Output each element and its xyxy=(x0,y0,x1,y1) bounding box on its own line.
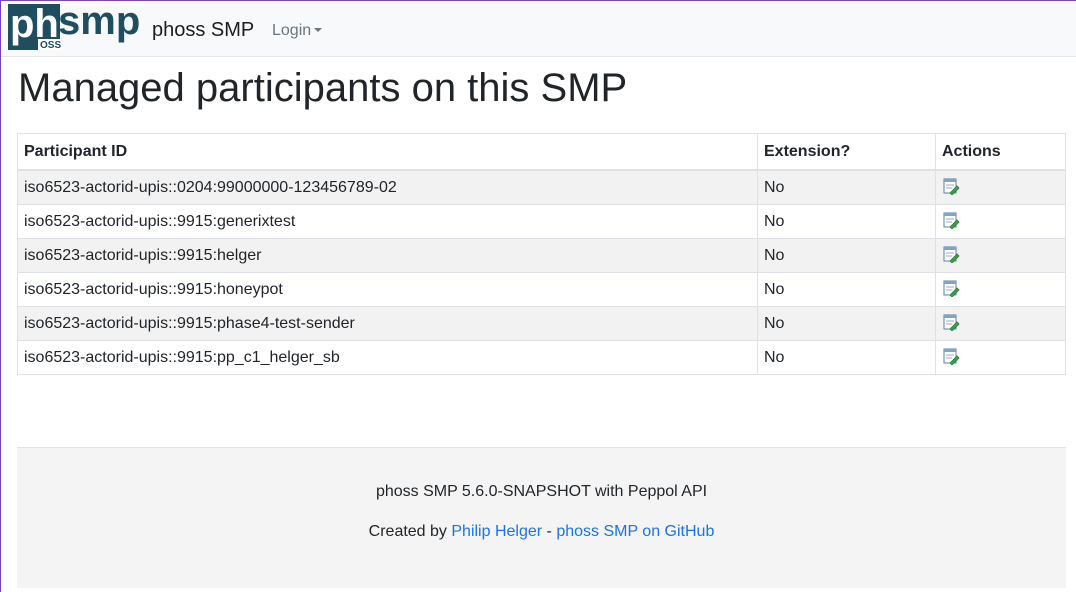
table-row: iso6523-actorid-upis::9915:helger No xyxy=(17,238,1066,273)
footer-credits: Created by Philip Helger - phoss SMP on … xyxy=(17,523,1066,541)
edit-icon[interactable] xyxy=(942,178,960,196)
edit-icon[interactable] xyxy=(942,314,960,332)
login-dropdown[interactable]: Login xyxy=(272,22,323,40)
cell-actions xyxy=(935,272,1066,307)
table-row: iso6523-actorid-upis::0204:99000000-1234… xyxy=(17,169,1066,205)
navbar: ph OSS smp phoss SMP Login xyxy=(1,0,1076,57)
cell-extension: No xyxy=(757,306,936,341)
cell-actions xyxy=(935,306,1066,341)
brand-name[interactable]: phoss SMP xyxy=(152,19,254,42)
page-title: Managed participants on this SMP xyxy=(18,66,628,110)
cell-participant-id: iso6523-actorid-upis::9915:pp_c1_helger_… xyxy=(17,340,758,375)
cell-participant-id: iso6523-actorid-upis::9915:generixtest xyxy=(17,204,758,239)
created-by-label: Created by xyxy=(368,523,447,540)
cell-extension: No xyxy=(757,272,936,307)
table-row: iso6523-actorid-upis::9915:generixtest No xyxy=(17,204,1066,239)
cell-actions xyxy=(935,238,1066,273)
table-row: iso6523-actorid-upis::9915:phase4-test-s… xyxy=(17,306,1066,341)
cell-extension: No xyxy=(757,340,936,375)
edit-icon[interactable] xyxy=(942,246,960,264)
cell-actions xyxy=(935,204,1066,239)
github-link[interactable]: phoss SMP on GitHub xyxy=(556,523,714,540)
header-actions: Actions xyxy=(935,133,1066,171)
header-extension[interactable]: Extension? xyxy=(757,133,936,171)
cell-participant-id: iso6523-actorid-upis::0204:99000000-1234… xyxy=(17,169,758,205)
author-link[interactable]: Philip Helger xyxy=(451,523,542,540)
table-row: iso6523-actorid-upis::9915:honeypot No xyxy=(17,272,1066,307)
footer-version: phoss SMP 5.6.0-SNAPSHOT with Peppol API xyxy=(375,483,708,500)
edit-icon[interactable] xyxy=(942,212,960,230)
cell-actions xyxy=(935,169,1066,205)
participants-table: Participant ID Extension? Actions iso652… xyxy=(17,133,1066,375)
table-header-row: Participant ID Extension? Actions xyxy=(17,133,1066,171)
footer: phoss SMP 5.6.0-SNAPSHOT with Peppol API… xyxy=(17,447,1066,588)
caret-down-icon xyxy=(314,28,323,32)
edit-icon[interactable] xyxy=(942,280,960,298)
cell-extension: No xyxy=(757,204,936,239)
phoss-logo[interactable]: ph OSS smp xyxy=(8,4,145,50)
login-label: Login xyxy=(272,22,312,39)
table-row: iso6523-actorid-upis::9915:pp_c1_helger_… xyxy=(17,340,1066,375)
cell-extension: No xyxy=(757,169,936,205)
header-participant-id[interactable]: Participant ID xyxy=(17,133,758,171)
cell-participant-id: iso6523-actorid-upis::9915:phase4-test-s… xyxy=(17,306,758,341)
cell-actions xyxy=(935,340,1066,375)
footer-separator: - xyxy=(546,523,552,540)
cell-extension: No xyxy=(757,238,936,273)
cell-participant-id: iso6523-actorid-upis::9915:honeypot xyxy=(17,272,758,307)
svg-text:smp: smp xyxy=(58,4,140,43)
edit-icon[interactable] xyxy=(942,348,960,366)
cell-participant-id: iso6523-actorid-upis::9915:helger xyxy=(17,238,758,273)
